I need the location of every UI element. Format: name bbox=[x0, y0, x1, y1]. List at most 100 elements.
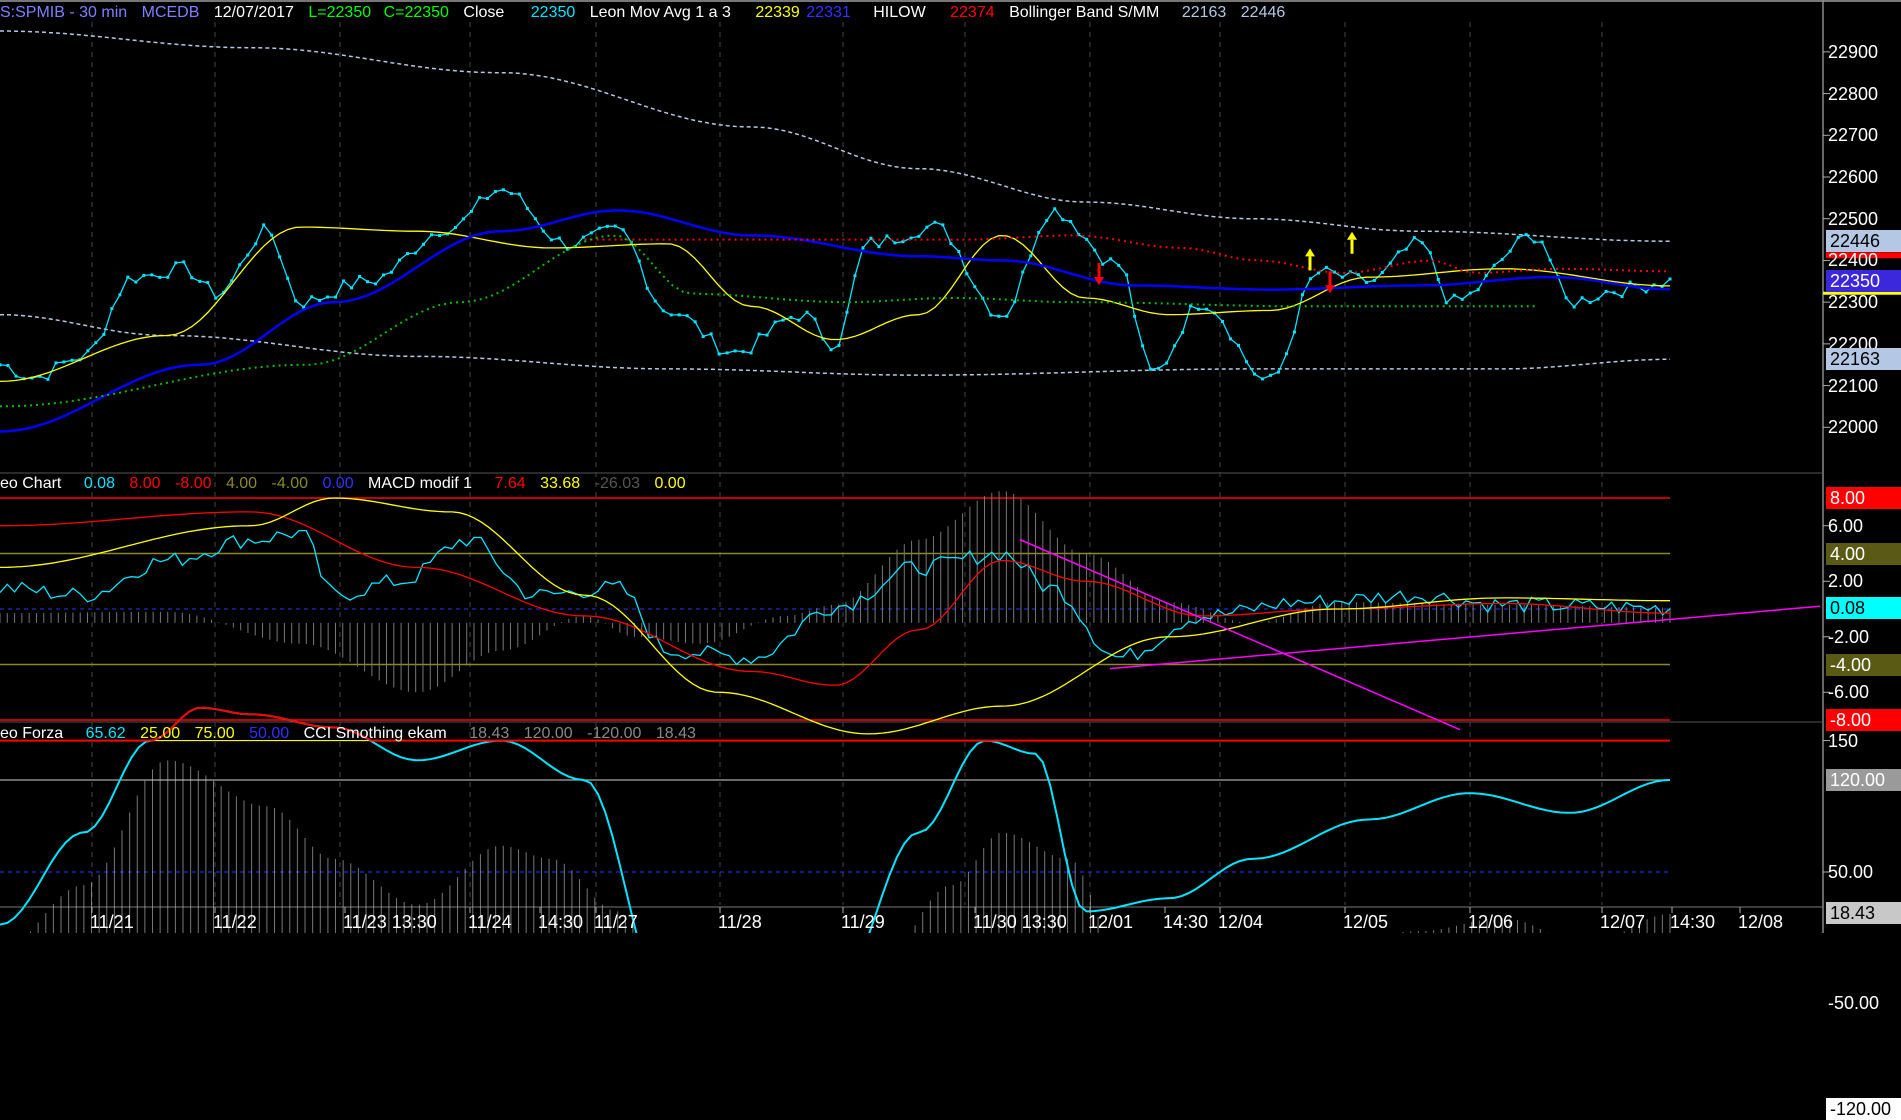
price-point bbox=[877, 245, 881, 249]
price-point bbox=[0, 363, 2, 367]
y-tick-macd: -6.00 bbox=[1828, 682, 1870, 703]
price-point bbox=[429, 233, 433, 237]
price-point bbox=[765, 333, 769, 337]
price-point bbox=[677, 313, 681, 317]
x-tick-label: 14:30 bbox=[1670, 912, 1716, 932]
close-value: 22350 bbox=[530, 4, 576, 21]
price-point bbox=[1588, 301, 1592, 305]
price-point bbox=[54, 361, 58, 365]
price-point bbox=[1045, 219, 1049, 223]
price-point bbox=[374, 282, 378, 286]
price-point bbox=[637, 259, 641, 263]
y-tick-price: 22800 bbox=[1828, 83, 1879, 104]
price-point bbox=[1380, 270, 1384, 274]
price-point bbox=[326, 295, 330, 299]
price-point bbox=[46, 377, 50, 381]
y-tick-macd: -2.00 bbox=[1828, 626, 1870, 647]
price-point bbox=[94, 341, 98, 345]
x-tick-label: 11/22 bbox=[213, 912, 257, 932]
price-point bbox=[533, 217, 537, 221]
cci-value-3: 75.00 bbox=[194, 725, 235, 742]
price-point bbox=[62, 360, 66, 364]
price-point bbox=[1029, 254, 1033, 258]
bollinger-low: 22163 bbox=[1181, 4, 1227, 21]
cci-chart-label: eo Forza bbox=[0, 725, 64, 742]
price-point bbox=[1149, 367, 1153, 371]
price-point bbox=[1013, 300, 1017, 304]
price-point bbox=[1229, 337, 1233, 341]
price-point bbox=[214, 296, 218, 300]
price-point bbox=[1205, 307, 1209, 311]
price-point bbox=[1109, 257, 1113, 261]
price-point bbox=[685, 314, 689, 318]
price-point bbox=[1508, 249, 1512, 253]
cci-value-4: 50.00 bbox=[249, 725, 290, 742]
price-point bbox=[709, 332, 713, 336]
price-point bbox=[102, 332, 106, 336]
price-point bbox=[1061, 218, 1065, 222]
price-point bbox=[1173, 344, 1177, 348]
cci-header: eo Forza 65.62 25.00 75.00 50.00 CCI Smo… bbox=[0, 724, 706, 744]
price-point bbox=[829, 348, 833, 352]
price-point bbox=[174, 261, 178, 265]
y-tick-price: 22000 bbox=[1828, 417, 1879, 438]
price-point bbox=[741, 350, 745, 354]
price-point bbox=[469, 209, 473, 213]
price-point bbox=[1260, 377, 1264, 381]
price-point bbox=[1332, 270, 1336, 274]
price-point bbox=[549, 238, 553, 242]
price-point bbox=[1476, 288, 1480, 292]
price-point bbox=[837, 343, 841, 347]
macd-value-3: -8.00 bbox=[175, 475, 212, 492]
y-tick-price: 22500 bbox=[1828, 208, 1879, 229]
value-tag: -8.00 bbox=[1826, 709, 1901, 731]
x-tick-label: 11/28 bbox=[718, 912, 762, 932]
price-point bbox=[286, 276, 290, 280]
price-point bbox=[813, 317, 817, 321]
price-point bbox=[382, 273, 386, 277]
price-point bbox=[1268, 373, 1272, 377]
cci-name-label: CCI Smothing ekam bbox=[303, 725, 447, 742]
price-point bbox=[869, 236, 873, 240]
price-point bbox=[262, 223, 266, 227]
macd-line bbox=[0, 529, 1671, 666]
price-point bbox=[1069, 220, 1073, 224]
price-point bbox=[1085, 237, 1089, 241]
price-point bbox=[1428, 251, 1432, 255]
value-tag: 4.00 bbox=[1826, 542, 1901, 565]
value-tag: 120.00 bbox=[1826, 769, 1901, 791]
x-tick-label: 11/30 13:30 bbox=[973, 912, 1067, 932]
value-tag: 22163 bbox=[1826, 348, 1901, 371]
price-point bbox=[270, 233, 274, 237]
price-point bbox=[1540, 240, 1544, 244]
price-point bbox=[893, 241, 897, 245]
macd-slow-line bbox=[0, 497, 1670, 735]
cci-value-2: 25.00 bbox=[140, 725, 181, 742]
chart-canvas bbox=[0, 0, 1901, 933]
price-point bbox=[350, 286, 354, 290]
price-point bbox=[1125, 273, 1129, 277]
price-point bbox=[789, 315, 793, 319]
price-point bbox=[1237, 343, 1241, 347]
price-point bbox=[1516, 235, 1520, 239]
price-point bbox=[725, 351, 729, 355]
price-point bbox=[1548, 258, 1552, 262]
price-point bbox=[1444, 301, 1448, 305]
macd-name-label: MACD modif 1 bbox=[368, 475, 473, 492]
price-point bbox=[797, 318, 801, 322]
price-point bbox=[621, 228, 625, 232]
price-point bbox=[1436, 277, 1440, 281]
price-point bbox=[845, 310, 849, 314]
x-tick-label: 12/04 bbox=[1218, 912, 1264, 932]
price-point bbox=[198, 279, 202, 283]
price-point bbox=[1396, 250, 1400, 254]
price-point bbox=[605, 224, 609, 228]
y-tick-price: 22700 bbox=[1828, 125, 1879, 146]
price-point bbox=[182, 260, 186, 264]
price-point bbox=[126, 275, 130, 279]
x-tick-label: 12/06 bbox=[1468, 912, 1514, 932]
value-tag: 0.08 bbox=[1826, 596, 1901, 619]
price-point bbox=[597, 226, 601, 230]
price-point bbox=[1644, 290, 1648, 294]
price-point bbox=[1612, 291, 1616, 295]
